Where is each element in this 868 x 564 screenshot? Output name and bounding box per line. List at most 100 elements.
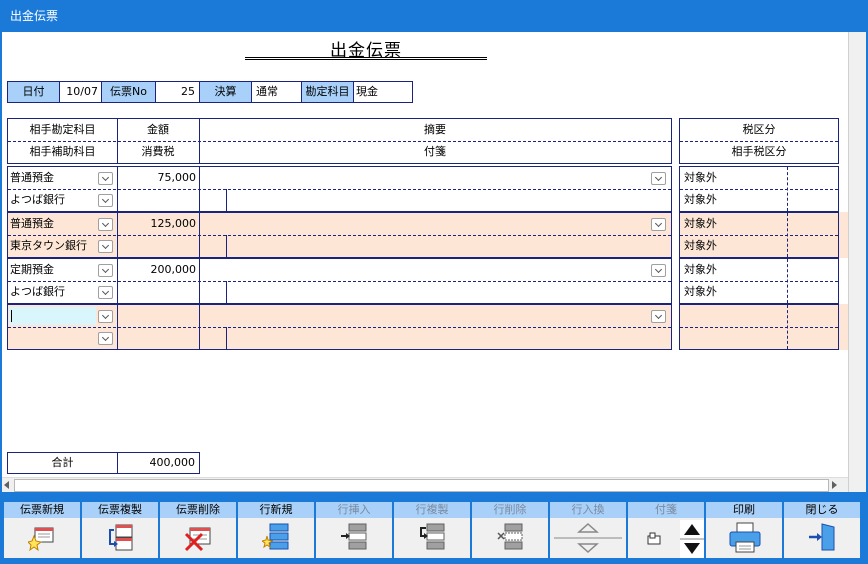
row-tax-class[interactable]: 対象外 [684, 213, 717, 235]
col-sub-account: 相手補助科目 [29, 145, 96, 158]
row-tax-class[interactable]: 対象外 [684, 167, 717, 189]
sub-account-dropdown-icon[interactable] [98, 332, 113, 345]
new-row-icon [262, 523, 289, 550]
sticky-note-label: 付箋 [628, 502, 704, 518]
copy-row-button[interactable]: 行複製 [394, 502, 470, 558]
table-row[interactable]: 定期預金 よつば銀行 200,000 [7, 258, 672, 304]
row-amount[interactable] [118, 305, 196, 327]
new-row-button[interactable]: 行新規 [238, 502, 314, 558]
column-header: 相手勘定科目 相手補助科目 金額 消費税 摘要 付箋 [7, 118, 672, 164]
delete-row-label: 行削除 [472, 502, 548, 518]
insert-row-button[interactable]: 行挿入 [316, 502, 392, 558]
text-cursor [11, 310, 12, 322]
scrollbar-track[interactable] [14, 479, 829, 492]
copy-row-label: 行複製 [394, 502, 470, 518]
delete-slip-label: 伝票削除 [160, 502, 236, 518]
new-slip-label: 伝票新規 [4, 502, 80, 518]
summary-dropdown-icon[interactable] [651, 264, 666, 277]
table-row[interactable]: 普通預金 東京タウン銀行 125,000 [7, 212, 672, 258]
summary-dropdown-icon[interactable] [651, 218, 666, 231]
account-dropdown-icon[interactable] [98, 172, 113, 185]
account-label: 勘定科目 [301, 81, 354, 103]
row-sub-account[interactable]: 東京タウン銀行 [10, 235, 87, 257]
copy-row-icon [420, 523, 445, 550]
delete-row-button[interactable]: 行削除 [472, 502, 548, 558]
row-sub-account[interactable]: よつば銀行 [10, 189, 65, 211]
account-field[interactable]: 現金 [353, 81, 413, 103]
horizontal-scrollbar[interactable] [2, 477, 848, 493]
tax-row[interactable]: 対象外 対象外 [679, 166, 839, 212]
tax-row[interactable]: 対象外 対象外 [679, 212, 839, 258]
row-account[interactable]: 普通預金 [10, 167, 54, 189]
copy-slip-button[interactable]: 伝票複製 [82, 502, 158, 558]
tax-row[interactable] [679, 304, 839, 350]
row-partner-tax-class[interactable]: 対象外 [684, 235, 717, 257]
tax-row[interactable]: 対象外 対象外 [679, 258, 839, 304]
date-label: 日付 [7, 81, 60, 103]
copy-slip-label: 伝票複製 [82, 502, 158, 518]
row-account[interactable]: 定期預金 [10, 259, 54, 281]
swap-row-icon [554, 522, 622, 554]
col-note: 付箋 [424, 145, 446, 158]
row-partner-tax-class[interactable]: 対象外 [684, 281, 717, 303]
bottom-toolbar: 伝票新規 伝票複製 伝票削除 行新規 行挿入 行複製 行削除 行入換 付箋 印刷… [0, 492, 868, 564]
total-label: 合計 [7, 452, 118, 474]
print-button[interactable]: 印刷 [706, 502, 782, 558]
row-sub-account[interactable]: よつば銀行 [10, 281, 65, 303]
sub-account-dropdown-icon[interactable] [98, 240, 113, 253]
settlement-field[interactable]: 通常 [251, 81, 302, 103]
total-value: 400,000 [117, 452, 200, 474]
row-tax-class[interactable]: 対象外 [684, 259, 717, 281]
scroll-right-arrow-icon[interactable] [832, 481, 837, 489]
col-partner-tax-class: 相手税区分 [731, 145, 787, 158]
row-highlight-band [839, 212, 848, 258]
account-dropdown-icon[interactable] [98, 264, 113, 277]
swap-row-button[interactable]: 行入換 [550, 502, 626, 558]
new-slip-button[interactable]: 伝票新規 [4, 502, 80, 558]
window-title: 出金伝票 [10, 9, 59, 23]
delete-slip-button[interactable]: 伝票削除 [160, 502, 236, 558]
summary-dropdown-icon[interactable] [651, 310, 666, 323]
row-amount[interactable]: 75,000 [118, 167, 197, 189]
close-label: 閉じる [784, 502, 860, 518]
swap-row-label: 行入換 [550, 502, 626, 518]
row-account[interactable]: 普通預金 [10, 213, 54, 235]
tax-column-header: 税区分 相手税区分 [679, 118, 839, 164]
new-slip-icon [28, 527, 54, 552]
table-row[interactable] [7, 304, 672, 350]
slip-no-field[interactable]: 25 [155, 81, 200, 103]
title-underline [245, 57, 487, 58]
table-row[interactable]: 普通預金 よつば銀行 75,000 [7, 166, 672, 212]
row-highlight-band [839, 304, 848, 350]
summary-dropdown-icon[interactable] [651, 172, 666, 185]
sticky-note-up-down-icon[interactable] [680, 520, 704, 558]
col-amount: 金額 [147, 123, 169, 136]
delete-slip-icon [184, 527, 211, 552]
sticky-note-button[interactable]: 付箋 [628, 502, 704, 558]
insert-row-icon [341, 523, 367, 550]
date-field[interactable]: 10/07 [59, 81, 102, 103]
print-label: 印刷 [706, 502, 782, 518]
window-titlebar: 出金伝票 [0, 0, 868, 32]
exit-door-icon [809, 523, 835, 551]
account-dropdown-icon[interactable] [98, 310, 113, 323]
account-dropdown-icon[interactable] [98, 218, 113, 231]
active-cell[interactable] [9, 307, 96, 325]
row-amount[interactable]: 125,000 [118, 213, 197, 235]
row-amount[interactable]: 200,000 [118, 259, 197, 281]
title-underline-double [245, 59, 487, 60]
vertical-scrollbar[interactable] [848, 32, 868, 492]
slip-no-label: 伝票No [101, 81, 156, 103]
settlement-label: 決算 [199, 81, 252, 103]
close-button[interactable]: 閉じる [784, 502, 860, 558]
sticky-note-icon [647, 532, 661, 545]
copy-slip-icon [109, 524, 133, 551]
scroll-left-arrow-icon[interactable] [4, 481, 9, 489]
col-summary: 摘要 [424, 123, 446, 136]
sticky-note-nav[interactable] [680, 520, 704, 558]
sub-account-dropdown-icon[interactable] [98, 194, 113, 207]
printer-icon [729, 522, 761, 553]
row-partner-tax-class[interactable]: 対象外 [684, 189, 717, 211]
sub-account-dropdown-icon[interactable] [98, 286, 113, 299]
col-account: 相手勘定科目 [29, 123, 96, 136]
